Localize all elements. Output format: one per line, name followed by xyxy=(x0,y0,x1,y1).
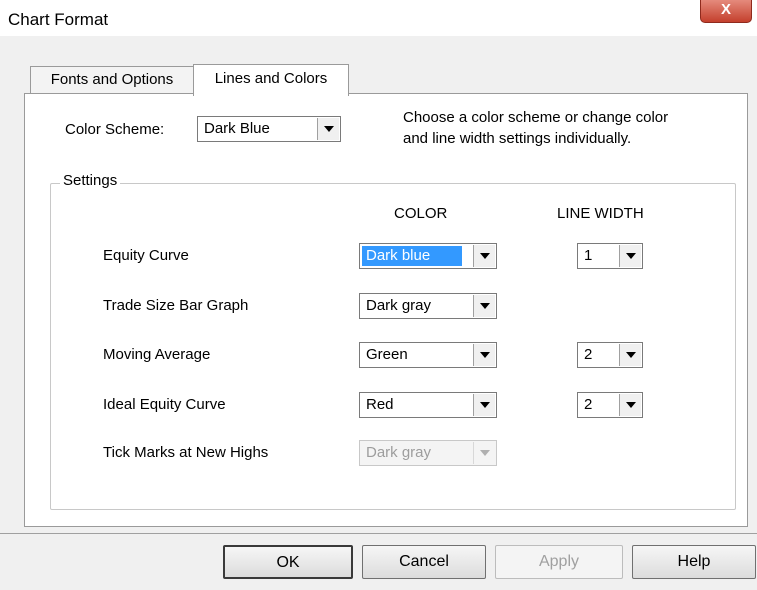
help-button-label: Help xyxy=(677,553,711,570)
settings-group-label: Settings xyxy=(60,172,121,189)
equity-curve-color-select[interactable]: Dark blue xyxy=(359,243,497,269)
equity-curve-width-value: 1 xyxy=(584,247,593,264)
chevron-down-icon[interactable] xyxy=(473,295,495,317)
apply-button-label: Apply xyxy=(538,553,580,570)
moving-average-color-value: Green xyxy=(366,346,408,363)
help-text-line1: Choose a color scheme or change color xyxy=(403,109,669,126)
help-button[interactable]: Help xyxy=(632,545,756,579)
equity-curve-color-value: Dark blue xyxy=(362,246,462,266)
cancel-button-label: Cancel xyxy=(399,553,449,570)
ok-button-label: OK xyxy=(276,554,300,571)
chevron-down-icon[interactable] xyxy=(473,245,495,267)
ideal-equity-curve-color-select[interactable]: Red xyxy=(359,392,497,418)
tab-lines-and-colors[interactable]: Lines and Colors xyxy=(193,64,349,96)
footer-divider xyxy=(0,533,757,534)
close-button[interactable]: X xyxy=(700,0,752,23)
apply-button: Apply xyxy=(495,545,623,579)
ok-button[interactable]: OK xyxy=(223,545,353,579)
ideal-equity-curve-width-select[interactable]: 2 xyxy=(577,392,643,418)
moving-average-width-value: 2 xyxy=(584,346,593,363)
title-bar: Chart Format X xyxy=(0,0,757,36)
tab-label: Lines and Colors xyxy=(214,70,328,87)
chevron-down-icon[interactable] xyxy=(473,344,495,366)
equity-curve-label: Equity Curve xyxy=(103,247,189,264)
chevron-down-icon[interactable] xyxy=(473,394,495,416)
line-width-column-header: LINE WIDTH xyxy=(557,205,644,222)
tick-marks-color-select: Dark gray xyxy=(359,440,497,466)
chevron-down-icon xyxy=(473,442,495,464)
ideal-equity-curve-color-value: Red xyxy=(366,396,394,413)
tab-label: Fonts and Options xyxy=(50,71,174,88)
tab-fonts-and-options[interactable]: Fonts and Options xyxy=(30,66,194,93)
chevron-down-icon[interactable] xyxy=(619,394,641,416)
color-scheme-value: Dark Blue xyxy=(204,120,270,137)
cancel-button[interactable]: Cancel xyxy=(362,545,486,579)
tick-marks-color-value: Dark gray xyxy=(366,444,432,461)
moving-average-label: Moving Average xyxy=(103,346,211,363)
ideal-equity-curve-width-value: 2 xyxy=(584,396,593,413)
tick-marks-label: Tick Marks at New Highs xyxy=(103,444,269,461)
chevron-down-icon[interactable] xyxy=(317,118,339,140)
ideal-equity-curve-label: Ideal Equity Curve xyxy=(103,396,226,413)
equity-curve-width-select[interactable]: 1 xyxy=(577,243,643,269)
trade-size-bar-graph-color-value: Dark gray xyxy=(366,297,432,314)
moving-average-width-select[interactable]: 2 xyxy=(577,342,643,368)
color-scheme-select[interactable]: Dark Blue xyxy=(197,116,341,142)
chevron-down-icon[interactable] xyxy=(619,344,641,366)
color-column-header: COLOR xyxy=(394,205,448,222)
color-scheme-label: Color Scheme: xyxy=(65,121,165,138)
chevron-down-icon[interactable] xyxy=(619,245,641,267)
window-title: Chart Format xyxy=(8,10,109,29)
trade-size-bar-graph-label: Trade Size Bar Graph xyxy=(103,297,249,314)
help-text-line2: and line width settings individually. xyxy=(403,130,632,147)
moving-average-color-select[interactable]: Green xyxy=(359,342,497,368)
close-icon: X xyxy=(720,1,731,18)
trade-size-bar-graph-color-select[interactable]: Dark gray xyxy=(359,293,497,319)
